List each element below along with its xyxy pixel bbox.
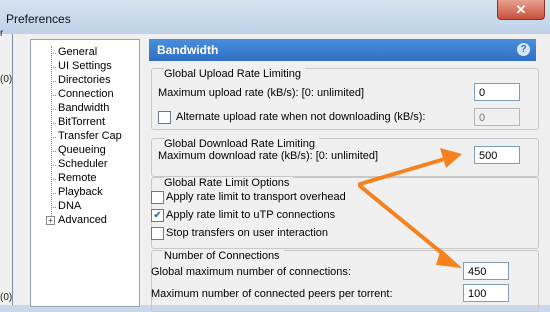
annotation-arrows bbox=[358, 148, 462, 268]
arrowhead-icon bbox=[440, 148, 462, 168]
arrow-to-download-rate bbox=[358, 156, 450, 186]
arrow-to-max-connections bbox=[358, 184, 450, 260]
